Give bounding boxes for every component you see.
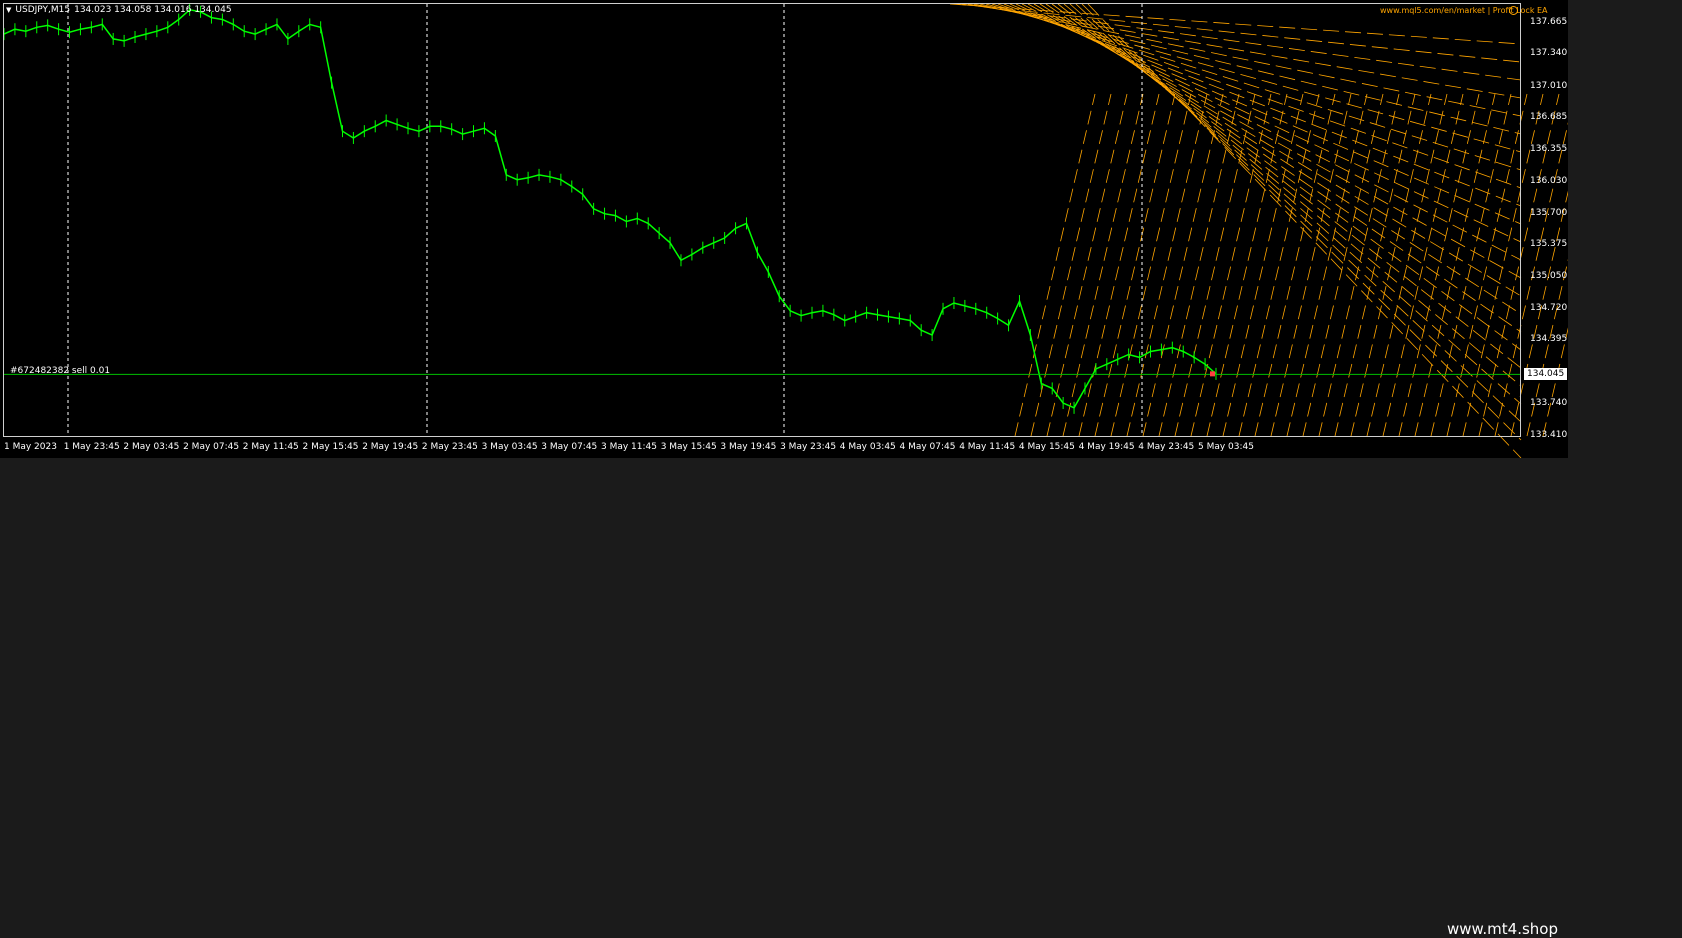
expert-advisor-label: www.mql5.com/en/market | Profit Lock EA — [1380, 6, 1548, 15]
watermark: www.mt4.shop — [1446, 920, 1558, 938]
time-tick-label: 3 May 07:45 — [541, 442, 598, 452]
price-tick-label: 136.030 — [1530, 175, 1568, 186]
chart-window[interactable]: ▼ USDJPY,M15 134.023 134.058 134.016 134… — [0, 0, 1568, 458]
time-tick-label: 4 May 19:45 — [1078, 442, 1135, 452]
time-tick-label: 1 May 23:45 — [63, 442, 120, 452]
time-tick-label: 2 May 07:45 — [183, 442, 240, 452]
time-tick-label: 2 May 19:45 — [362, 442, 419, 452]
price-tick-label: 137.665 — [1530, 16, 1568, 27]
time-tick-label: 2 May 23:45 — [421, 442, 478, 452]
time-tick-label: 5 May 03:45 — [1198, 442, 1254, 452]
price-tick-label: 136.685 — [1530, 112, 1568, 123]
price-tick-label: 133.740 — [1530, 397, 1568, 408]
ohlc-label: 134.023 134.058 134.016 134.045 — [74, 5, 232, 15]
time-tick-label: 2 May 03:45 — [123, 442, 180, 452]
price-tick-label: 134.720 — [1530, 302, 1568, 313]
chart-header[interactable]: ▼ USDJPY,M15 134.023 134.058 134.016 134… — [6, 5, 232, 15]
price-tick-label: 137.010 — [1530, 80, 1568, 91]
time-tick-label: 1 May 2023 — [4, 442, 57, 452]
time-tick-label: 4 May 15:45 — [1018, 442, 1075, 452]
current-price-badge: 134.045 — [1524, 368, 1568, 381]
price-tick-label: 136.355 — [1530, 144, 1568, 155]
plot-area-border — [3, 3, 1521, 437]
time-tick-label: 4 May 07:45 — [899, 442, 956, 452]
price-tick-label: 134.395 — [1530, 334, 1568, 345]
price-tick-label: 133.410 — [1530, 430, 1568, 440]
time-tick-label: 2 May 11:45 — [242, 442, 299, 452]
price-tick-label: 135.375 — [1530, 239, 1568, 250]
time-tick-label: 2 May 15:45 — [302, 442, 359, 452]
time-tick-label: 3 May 19:45 — [720, 442, 777, 452]
price-tick-label: 135.700 — [1530, 207, 1568, 218]
symbol-label: USDJPY,M15 — [15, 5, 71, 15]
time-tick-label: 3 May 23:45 — [780, 442, 837, 452]
time-tick-label: 3 May 15:45 — [660, 442, 717, 452]
price-tick-label: 135.050 — [1530, 270, 1568, 281]
footer-bar: www.mt4.shop — [0, 458, 1568, 938]
time-tick-label: 3 May 11:45 — [601, 442, 657, 452]
time-tick-label: 4 May 23:45 — [1138, 442, 1195, 452]
order-label[interactable]: #672482382 sell 0.01 — [10, 366, 110, 376]
time-tick-label: 4 May 03:45 — [839, 442, 896, 452]
chart-menu-icon[interactable]: ▼ — [6, 6, 11, 14]
time-tick-label: 3 May 03:45 — [481, 442, 538, 452]
price-tick-label: 137.340 — [1530, 48, 1568, 59]
time-tick-label: 4 May 11:45 — [959, 442, 1016, 452]
smiley-icon[interactable] — [1509, 6, 1518, 15]
